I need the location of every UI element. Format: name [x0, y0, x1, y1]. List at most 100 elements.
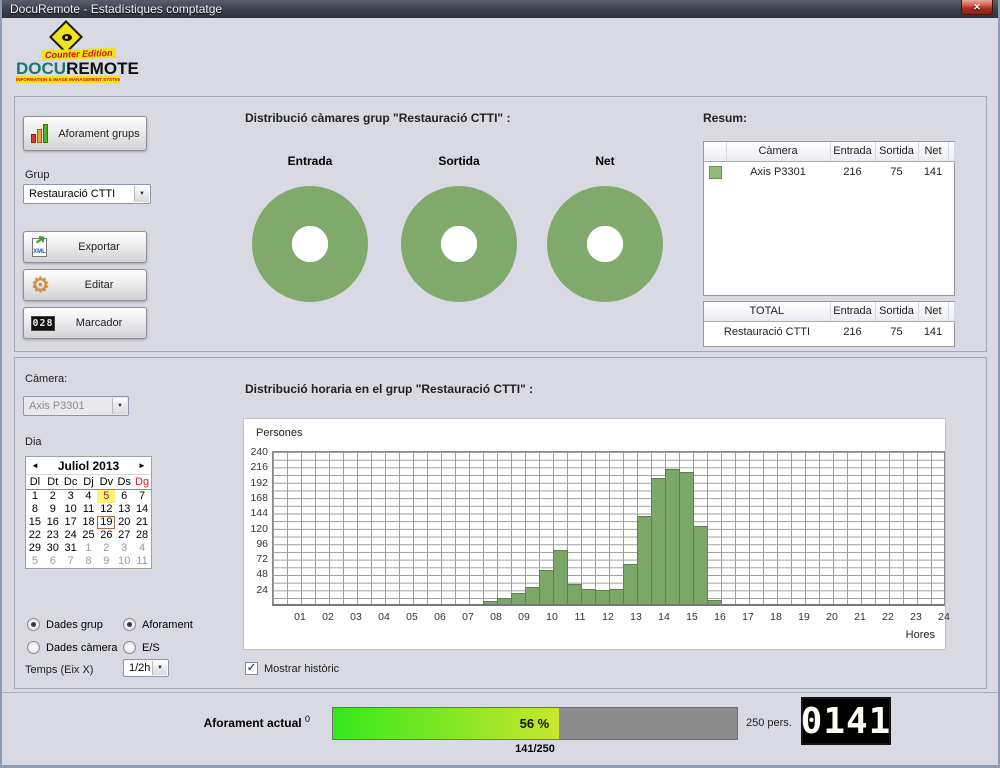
calendar-day-name: Dt: [44, 475, 62, 489]
calendar-day[interactable]: 28: [133, 529, 151, 542]
calendar-day[interactable]: 24: [62, 529, 80, 542]
calendar-day[interactable]: 13: [115, 503, 133, 516]
calendar-day[interactable]: 29: [26, 542, 44, 555]
x-tick-label: 01: [286, 611, 314, 623]
column-header[interactable]: [948, 142, 954, 161]
column-header[interactable]: Entrada: [830, 302, 875, 321]
camera-select[interactable]: Axis P3301 ▼: [23, 396, 129, 416]
x-tick-label: 21: [846, 611, 874, 623]
column-header[interactable]: Net: [918, 302, 948, 321]
calendar-day[interactable]: 23: [44, 529, 62, 542]
calendar-day[interactable]: 1: [80, 542, 98, 555]
calendar-day[interactable]: 7: [133, 490, 151, 503]
bar-chart-icon: [31, 123, 51, 143]
column-header[interactable]: [948, 302, 954, 321]
chart-bar: [693, 526, 708, 604]
calendar-day[interactable]: 25: [80, 529, 98, 542]
calendar-day[interactable]: 10: [115, 555, 133, 568]
column-header[interactable]: Sortida: [875, 142, 918, 161]
radio-dades-grup[interactable]: Dades grup: [27, 613, 123, 636]
radio-dades-c-mera[interactable]: Dades càmera: [27, 636, 123, 659]
x-tick-label: 17: [734, 611, 762, 623]
y-tick-label: 192: [244, 477, 268, 489]
editar-button[interactable]: ⚙ Editar: [23, 269, 147, 301]
calendar-day[interactable]: 4: [80, 490, 98, 503]
calendar-day[interactable]: 2: [97, 542, 115, 555]
column-header[interactable]: Entrada: [830, 142, 875, 161]
calendar-day[interactable]: 26: [97, 529, 115, 542]
calendar-day[interactable]: 10: [62, 503, 80, 516]
mostrar-historic-checkbox[interactable]: ✓: [245, 662, 258, 675]
progress-fill: 56 %: [333, 708, 559, 739]
table-cell: 75: [875, 161, 918, 183]
chevron-down-icon: ▼: [112, 398, 127, 414]
calendar-day[interactable]: 1: [26, 490, 44, 503]
x-tick-label: 10: [538, 611, 566, 623]
donut-chart-entrada: [252, 186, 368, 302]
calendar-day[interactable]: 16: [44, 516, 62, 529]
column-header[interactable]: [704, 142, 726, 161]
radio-icon: [123, 618, 136, 631]
calendar-day[interactable]: 2: [44, 490, 62, 503]
calendar-day[interactable]: 17: [62, 516, 80, 529]
calendar-prev-icon[interactable]: ◄: [26, 461, 44, 470]
resum-label: Resum:: [703, 111, 747, 125]
calendar-day[interactable]: 31: [62, 542, 80, 555]
calendar-day[interactable]: 21: [133, 516, 151, 529]
exportar-button[interactable]: XML ➜ Exportar: [23, 231, 147, 263]
column-header[interactable]: Càmera: [726, 142, 830, 161]
calendar-day[interactable]: 8: [26, 503, 44, 516]
column-header[interactable]: Sortida: [875, 302, 918, 321]
x-tick-label: 19: [790, 611, 818, 623]
calendar-day[interactable]: 18: [80, 516, 98, 529]
chart-bar: [609, 589, 624, 604]
calendar-day[interactable]: 9: [97, 555, 115, 568]
calendar-day[interactable]: 8: [80, 555, 98, 568]
calendar-day[interactable]: 15: [26, 516, 44, 529]
temps-select[interactable]: 1/2h ▼: [123, 659, 169, 677]
calendar-day[interactable]: 6: [115, 490, 133, 503]
calendar-day[interactable]: 14: [133, 503, 151, 516]
calendar-next-icon[interactable]: ►: [133, 461, 151, 470]
x-tick-label: 14: [650, 611, 678, 623]
calendar-day[interactable]: 22: [26, 529, 44, 542]
progress-percent: 56 %: [520, 716, 550, 731]
calendar-day[interactable]: 27: [115, 529, 133, 542]
grup-select[interactable]: Restauració CTTI ▼: [23, 184, 151, 204]
calendar-day[interactable]: 30: [44, 542, 62, 555]
calendar-day[interactable]: 19: [97, 516, 115, 529]
calendar-day[interactable]: 9: [44, 503, 62, 516]
calendar-day[interactable]: 7: [62, 555, 80, 568]
table-row[interactable]: Restauració CTTI21675141: [704, 321, 954, 343]
close-button[interactable]: ✕: [961, 0, 993, 15]
calendar-day[interactable]: 5: [97, 490, 115, 503]
donut-label-net: Net: [547, 154, 663, 168]
x-tick-label: 16: [706, 611, 734, 623]
calendar-day[interactable]: 11: [133, 555, 151, 568]
calendar-day[interactable]: 4: [133, 542, 151, 555]
calendar-day[interactable]: 5: [26, 555, 44, 568]
data-mode-radios: Dades grupAforamentDades càmeraE/S: [27, 613, 243, 659]
eye-icon: [62, 34, 72, 41]
radio-e-s[interactable]: E/S: [123, 636, 243, 659]
donut-section-title: Distribució càmares grup "Restauració CT…: [245, 111, 510, 125]
aforament-grups-button[interactable]: Aforament grups: [23, 116, 147, 151]
calendar-day[interactable]: 12: [97, 503, 115, 516]
calendar-day[interactable]: 6: [44, 555, 62, 568]
column-header[interactable]: Net: [918, 142, 948, 161]
x-axis: 0102030405060708091011121314151617181920…: [272, 611, 945, 625]
column-header[interactable]: TOTAL: [704, 302, 830, 321]
calendar-day[interactable]: 11: [80, 503, 98, 516]
calendar-day[interactable]: 3: [62, 490, 80, 503]
marcador-button[interactable]: 028 Marcador: [23, 307, 147, 339]
table-row[interactable]: Axis P330121675141: [704, 161, 954, 183]
radio-aforament[interactable]: Aforament: [123, 613, 243, 636]
title-bar: DocuRemote - Estadístiques comptatge ✕: [2, 0, 998, 18]
calendar-day[interactable]: 3: [115, 542, 133, 555]
x-tick-label: 04: [370, 611, 398, 623]
calendar-day[interactable]: 20: [115, 516, 133, 529]
mostrar-historic-label: Mostrar històric: [264, 663, 339, 675]
y-tick-label: 120: [244, 523, 268, 535]
footer-separator: [2, 692, 998, 693]
close-icon: ✕: [973, 2, 981, 12]
